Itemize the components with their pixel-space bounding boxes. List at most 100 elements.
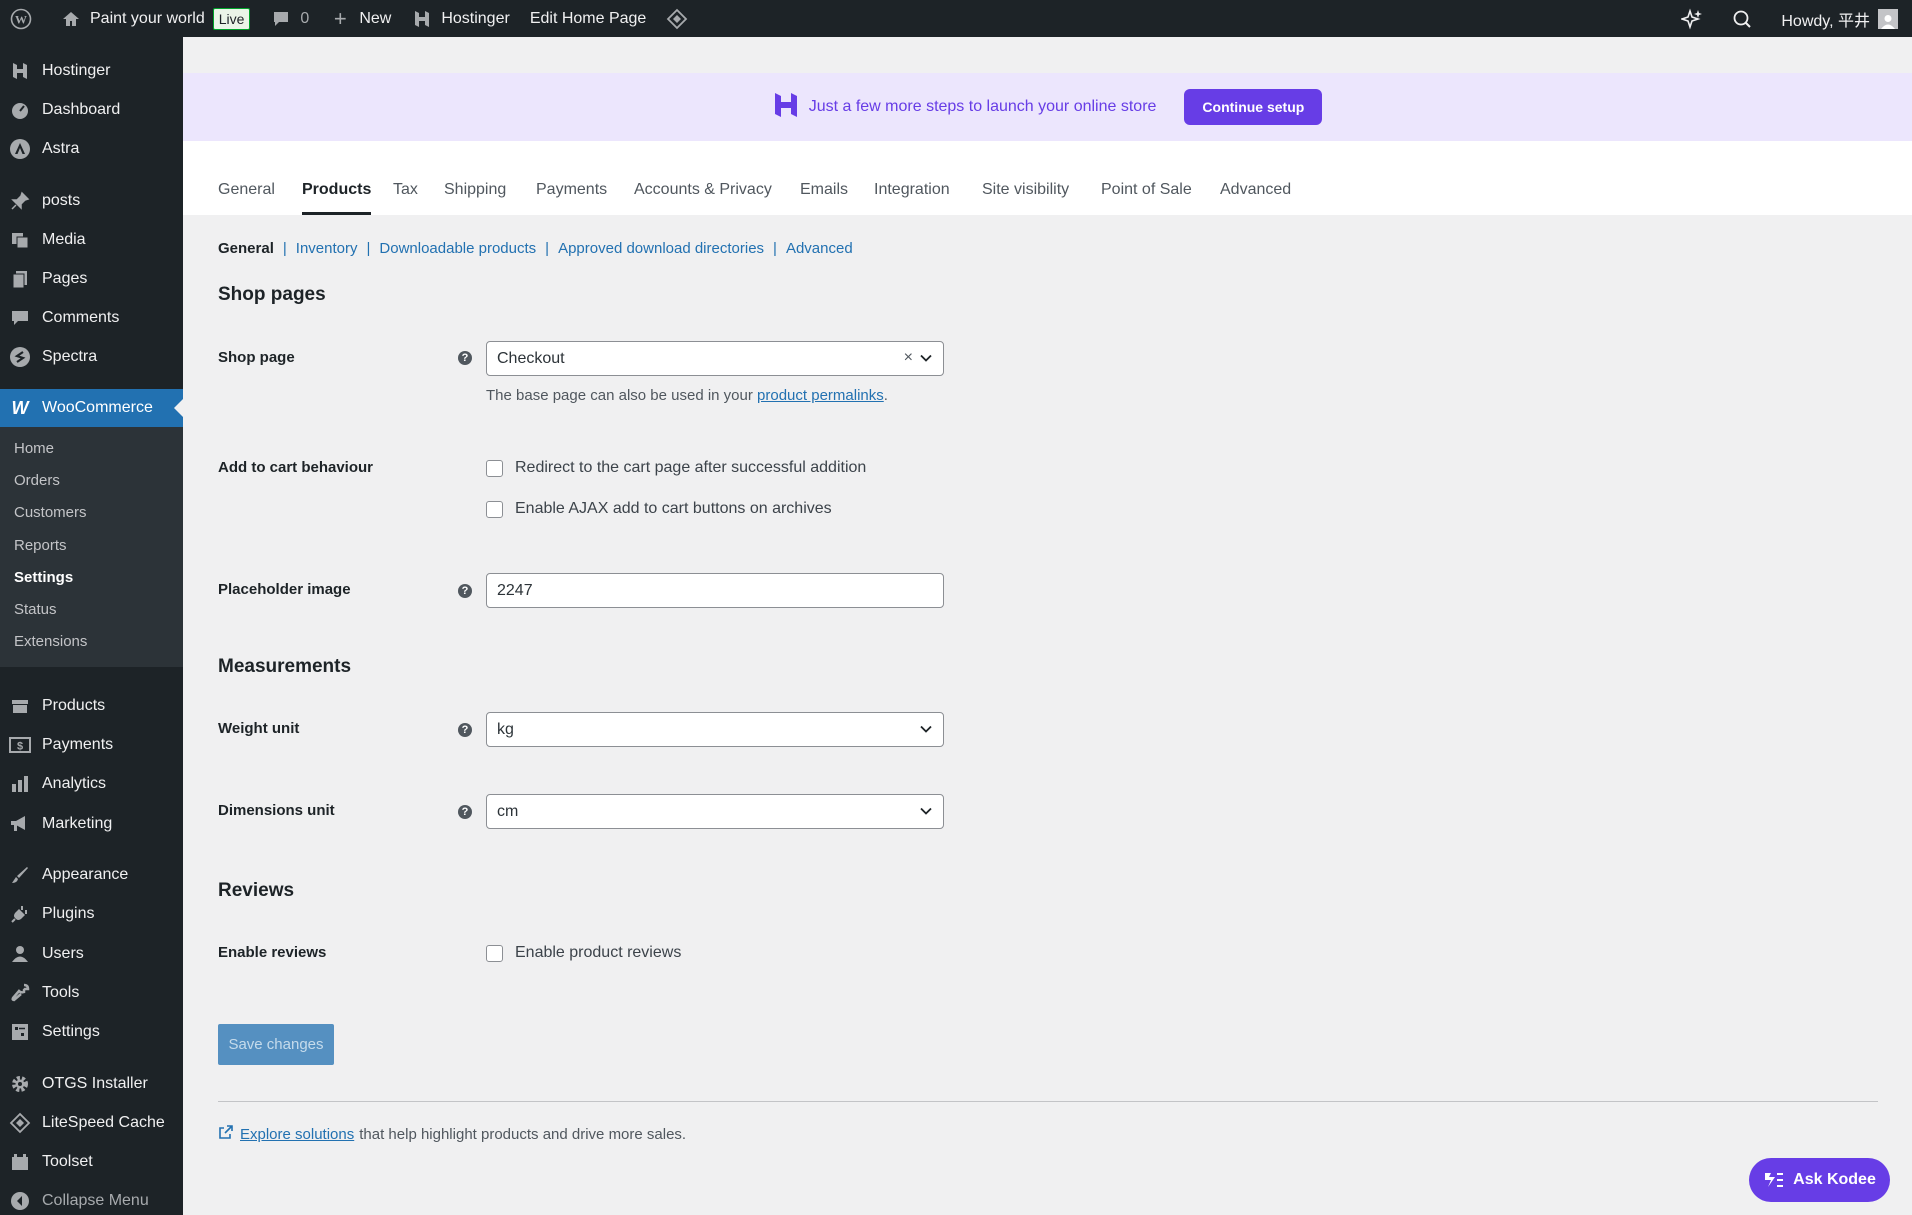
sidebar-item-products[interactable]: Products [0,687,183,725]
subnav-inventory[interactable]: Inventory [296,240,358,257]
edit-label: Edit Home Page [529,9,647,27]
product-permalinks-link[interactable]: product permalinks [757,387,884,404]
help-icon[interactable]: ? [458,805,472,819]
svg-text:$: $ [17,741,23,753]
redirect-to-cart-checkbox[interactable] [486,459,503,477]
tab-point-of-sale[interactable]: Point of Sale [1101,181,1192,215]
new-content-button[interactable]: + New [319,0,401,37]
ajax-add-to-cart-option[interactable]: Enable AJAX add to cart buttons on archi… [486,500,832,518]
sidebar-item-users[interactable]: Users [0,935,183,973]
sidebar-item-label: Settings [42,1023,100,1040]
submenu-item-customers[interactable]: Customers [14,504,87,521]
sidebar-item-pages[interactable]: Pages [0,260,183,298]
weight-unit-select[interactable]: kg [486,712,944,747]
account-menu[interactable]: Howdy, 平井 [1771,0,1912,37]
sidebar-item-plugins[interactable]: Plugins [0,895,183,933]
wordpress-logo-button[interactable]: W [0,0,50,37]
ai-assistant-button[interactable] [1671,0,1721,37]
placeholder-image-value: 2247 [497,581,533,599]
sidebar-item-analytics[interactable]: Analytics [0,765,183,803]
clear-selection-icon[interactable]: × [904,349,913,367]
sidebar-item-settings[interactable]: Settings [0,1013,183,1051]
period: . [883,387,888,404]
plug-icon [8,902,32,926]
sidebar-item-dashboard[interactable]: Dashboard [0,91,183,129]
footer-note: Explore solutions that help highlight pr… [218,1124,686,1144]
tab-payments[interactable]: Payments [536,181,607,215]
search-toolbar-button[interactable] [1721,0,1771,37]
sidebar-item-toolset[interactable]: Toolset [0,1143,183,1181]
subnav-advanced[interactable]: Advanced [786,240,853,257]
enable-product-reviews-checkbox[interactable] [486,944,503,962]
help-icon[interactable]: ? [458,584,472,598]
sidebar-item-posts[interactable]: posts [0,182,183,220]
subnav-general[interactable]: General [218,240,274,257]
submenu-item-status[interactable]: Status [14,601,57,618]
dimensions-unit-select[interactable]: cm [486,794,944,829]
ajax-add-to-cart-checkbox[interactable] [486,500,503,518]
products-subnav: General | Inventory | Downloadable produ… [218,240,853,257]
kodee-icon [1763,1170,1785,1190]
help-icon[interactable]: ? [458,723,472,737]
submenu-item-home[interactable]: Home [14,440,54,457]
submenu-item-orders[interactable]: Orders [14,472,60,489]
sidebar-item-label: Astra [42,140,80,157]
tab-products[interactable]: Products [302,181,372,215]
tab-general[interactable]: General [218,181,275,215]
placeholder-image-input[interactable]: 2247 [486,573,944,608]
tab-accounts-privacy[interactable]: Accounts & Privacy [634,181,772,215]
hostinger-link[interactable]: Hostinger [401,0,519,37]
sparkles-icon [1681,7,1703,30]
subnav-downloadable-products[interactable]: Downloadable products [379,240,536,257]
sidebar-item-label: Comments [42,309,120,326]
sidebar-item-label: Pages [42,270,88,287]
sidebar-item-tools[interactable]: Tools [0,974,183,1012]
litespeed-toolbar-button[interactable] [656,0,706,37]
sidebar-item-comments[interactable]: Comments [0,299,183,337]
sidebar-item-label: Collapse Menu [42,1192,149,1209]
analytics-icon [8,772,32,796]
sidebar-item-astra[interactable]: Astra [0,130,183,168]
site-name: Paint your world [90,9,205,27]
weight-unit-label: Weight unit [218,720,300,737]
shop-page-select[interactable]: Checkout × [486,341,944,376]
enable-product-reviews-option[interactable]: Enable product reviews [486,944,681,962]
sidebar-item-marketing[interactable]: Marketing [0,805,183,843]
site-name-link[interactable]: Paint your world Live [50,0,260,37]
tab-tax[interactable]: Tax [393,181,418,215]
tab-emails[interactable]: Emails [800,181,848,215]
save-changes-button[interactable]: Save changes [218,1024,334,1065]
comments-link[interactable]: 0 [260,0,319,37]
sidebar-item-media[interactable]: Media [0,221,183,259]
toolset-icon [8,1150,32,1174]
subnav-approved-download-directories[interactable]: Approved download directories [558,240,764,257]
gear-icon [8,1072,32,1096]
tab-site-visibility[interactable]: Site visibility [982,181,1069,215]
continue-setup-button[interactable]: Continue setup [1184,89,1323,125]
sidebar-item-spectra[interactable]: Spectra [0,338,183,376]
ask-kodee-button[interactable]: Ask Kodee [1749,1158,1890,1202]
collapse-menu-button[interactable]: Collapse Menu [0,1182,183,1215]
megaphone-icon [8,812,32,836]
tab-shipping[interactable]: Shipping [444,181,506,215]
comments-count: 0 [300,9,310,27]
enable-reviews-label: Enable reviews [218,944,327,961]
sidebar-item-appearance[interactable]: Appearance [0,856,183,894]
redirect-to-cart-option[interactable]: Redirect to the cart page after successf… [486,459,866,477]
explore-solutions-link[interactable]: Explore solutions [240,1126,354,1143]
edit-page-link[interactable]: Edit Home Page [520,0,657,37]
measurements-heading: Measurements [218,656,352,677]
sidebar-item-payments[interactable]: $ Payments [0,726,183,764]
sidebar-item-woocommerce[interactable]: W WooCommerce [0,389,183,427]
help-icon[interactable]: ? [458,351,472,365]
tab-integration[interactable]: Integration [874,181,950,215]
sidebar-item-litespeed-cache[interactable]: LiteSpeed Cache [0,1104,183,1142]
sidebar-item-otgs-installer[interactable]: OTGS Installer [0,1065,183,1103]
submenu-item-reports[interactable]: Reports [14,537,67,554]
sidebar-item-hostinger[interactable]: Hostinger [0,52,183,90]
wrench-icon [8,981,32,1005]
submenu-item-settings[interactable]: Settings [14,569,73,586]
hostinger-icon [8,59,32,83]
submenu-item-extensions[interactable]: Extensions [14,633,87,650]
tab-advanced[interactable]: Advanced [1220,181,1291,215]
